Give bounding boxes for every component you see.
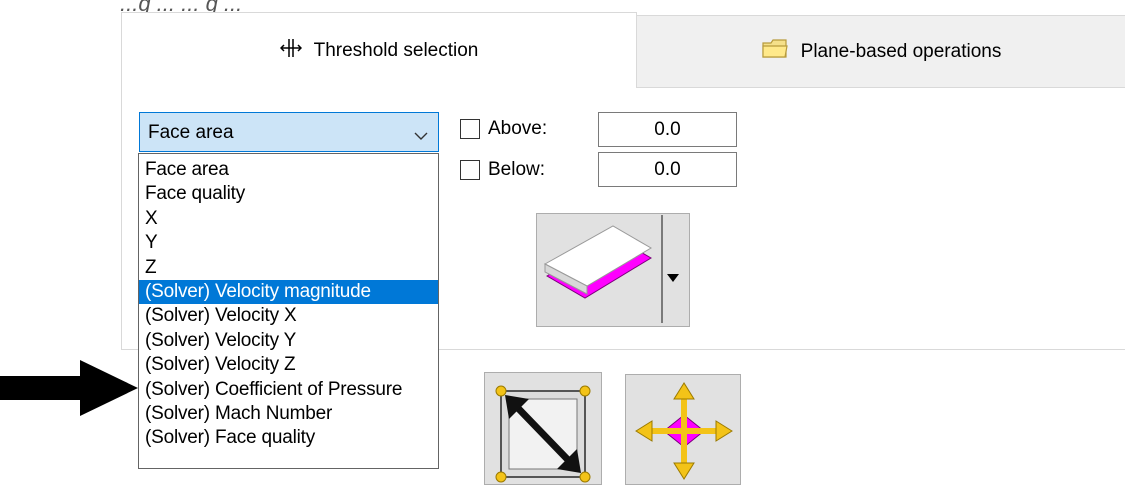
- plane-select-split-button[interactable]: [536, 213, 690, 327]
- dropdown-option[interactable]: (Solver) Face quality: [139, 426, 438, 450]
- plane-select-icon: [543, 224, 653, 321]
- dropdown-option[interactable]: (Solver) Velocity X: [139, 304, 438, 328]
- combobox-value: Face area: [148, 122, 234, 143]
- dropdown-option[interactable]: Z: [139, 256, 438, 280]
- split-divider: [661, 215, 663, 323]
- dropdown-option[interactable]: (Solver) Velocity Z: [139, 353, 438, 377]
- dropdown-option[interactable]: Face quality: [139, 182, 438, 206]
- above-label: Above:: [488, 118, 548, 139]
- threshold-icon: [279, 38, 302, 64]
- resize-button[interactable]: [484, 372, 602, 485]
- resize-icon: [495, 385, 591, 490]
- metric-combobox[interactable]: Face area: [139, 112, 439, 152]
- folder-icon: [761, 38, 789, 66]
- dropdown-option[interactable]: Y: [139, 231, 438, 255]
- above-value-input[interactable]: 0.0: [598, 112, 737, 147]
- tab-plane-based-operations[interactable]: Plane-based operations: [637, 15, 1125, 88]
- below-label: Below:: [488, 159, 546, 180]
- tab-label: Threshold selection: [313, 39, 479, 61]
- dropdown-option-highlighted[interactable]: (Solver) Velocity magnitude: [139, 279, 438, 305]
- below-value-input[interactable]: 0.0: [598, 152, 737, 187]
- dropdown-option[interactable]: Face area: [139, 158, 438, 182]
- chevron-down-icon[interactable]: [413, 126, 429, 148]
- tab-label: Plane-based operations: [800, 40, 1002, 62]
- move-button[interactable]: [625, 374, 741, 485]
- below-checkbox[interactable]: [460, 160, 480, 180]
- dropdown-option[interactable]: X: [139, 207, 438, 231]
- above-checkbox[interactable]: [460, 119, 480, 139]
- tab-threshold-selection[interactable]: Threshold selection: [121, 12, 637, 88]
- dropdown-arrow-icon[interactable]: [667, 269, 679, 287]
- dropdown-option[interactable]: (Solver) Mach Number: [139, 402, 438, 426]
- metric-dropdown-list[interactable]: Face area Face quality X Y Z (Solver) Ve…: [138, 153, 439, 469]
- dropdown-option[interactable]: (Solver) Coefficient of Pressure: [139, 378, 438, 402]
- move-icon: [634, 381, 734, 486]
- annotation-arrow: [0, 360, 140, 416]
- dropdown-option[interactable]: (Solver) Velocity Y: [139, 329, 438, 353]
